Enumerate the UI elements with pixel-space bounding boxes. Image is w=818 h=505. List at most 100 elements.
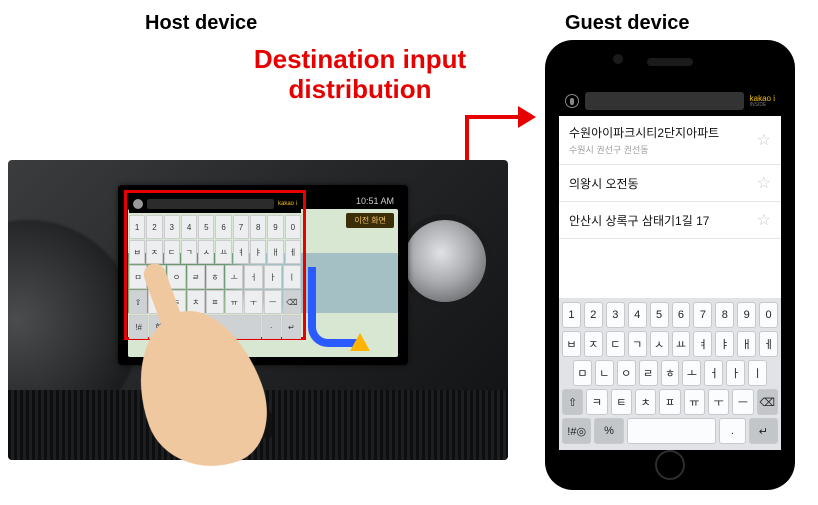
key-ㅈ[interactable]: ㅈ <box>584 331 603 357</box>
symbols-key[interactable]: !#◎ <box>562 418 591 444</box>
key-ㅏ[interactable]: ㅏ <box>264 265 282 289</box>
key-8[interactable]: 8 <box>715 302 734 328</box>
key-0[interactable]: 0 <box>285 215 301 239</box>
key-ㅛ[interactable]: ㅛ <box>672 331 691 357</box>
key-ㅍ[interactable]: ㅍ <box>659 389 680 415</box>
key-ㅈ[interactable]: ㅈ <box>146 240 162 264</box>
key-ㅕ[interactable]: ㅕ <box>693 331 712 357</box>
result-item[interactable]: 수원아이파크시티2단지아파트수원시 권선구 권선동☆ <box>559 116 781 165</box>
key-ㅇ[interactable]: ㅇ <box>617 360 636 386</box>
key-9[interactable]: 9 <box>267 215 283 239</box>
key-0[interactable]: 0 <box>759 302 778 328</box>
result-subtitle: 수원시 권선구 권선동 <box>569 143 719 156</box>
key-ㄹ[interactable]: ㄹ <box>639 360 658 386</box>
guest-keyboard[interactable]: 1234567890 ㅂㅈㄷㄱㅅㅛㅕㅑㅐㅔㅁㄴㅇㄹㅎㅗㅓㅏㅣ ⇧ㅋㅌㅊㅍㅠㅜㅡ⌫ !#… <box>559 298 781 450</box>
phone-frame: kakao iINSIDE 수원아이파크시티2단지아파트수원시 권선구 권선동☆… <box>545 40 795 490</box>
key-ㅅ[interactable]: ㅅ <box>198 240 214 264</box>
key-ㅐ[interactable]: ㅐ <box>267 240 283 264</box>
key-ㅠ[interactable]: ㅠ <box>225 290 243 314</box>
period-key[interactable]: . <box>719 418 746 444</box>
key-ㅐ[interactable]: ㅐ <box>737 331 756 357</box>
key-5[interactable]: 5 <box>198 215 214 239</box>
brand-label: kakao i <box>278 201 297 207</box>
star-icon[interactable]: ☆ <box>757 210 771 230</box>
key-8[interactable]: 8 <box>250 215 266 239</box>
status-time: 10:51 AM <box>356 196 394 206</box>
search-input[interactable] <box>585 92 744 110</box>
home-button[interactable] <box>655 450 685 480</box>
host-search-bar[interactable]: kakao i <box>129 195 301 213</box>
key-1[interactable]: 1 <box>562 302 581 328</box>
key-3[interactable]: 3 <box>606 302 625 328</box>
key-ㅗ[interactable]: ㅗ <box>225 265 243 289</box>
guest-device-label: Guest device <box>565 12 690 35</box>
diagram-title: Destination input distribution <box>220 45 500 105</box>
key-6[interactable]: 6 <box>215 215 231 239</box>
key-ㅕ[interactable]: ㅕ <box>233 240 249 264</box>
key-7[interactable]: 7 <box>233 215 249 239</box>
key-2[interactable]: 2 <box>146 215 162 239</box>
key-ㅎ[interactable]: ㅎ <box>206 265 224 289</box>
key-ㅣ[interactable]: ㅣ <box>283 265 301 289</box>
key-ㄷ[interactable]: ㄷ <box>606 331 625 357</box>
key-9[interactable]: 9 <box>737 302 756 328</box>
mic-icon[interactable] <box>133 199 143 209</box>
key-7[interactable]: 7 <box>693 302 712 328</box>
key-ㅛ[interactable]: ㅛ <box>215 240 231 264</box>
key-!#[interactable]: !# <box>129 315 148 339</box>
key-ㅜ[interactable]: ㅜ <box>708 389 729 415</box>
shift-key[interactable]: ⇧ <box>562 389 583 415</box>
result-item[interactable]: 의왕시 오전동☆ <box>559 165 781 202</box>
backspace-key[interactable]: ⌫ <box>757 389 778 415</box>
key-ㄱ[interactable]: ㄱ <box>181 240 197 264</box>
connector-line <box>465 115 520 119</box>
key-ㄱ[interactable]: ㄱ <box>628 331 647 357</box>
backspace-key[interactable]: ⌫ <box>283 290 301 314</box>
key-6[interactable]: 6 <box>672 302 691 328</box>
key-ㄹ[interactable]: ㄹ <box>187 265 205 289</box>
guest-search-bar[interactable]: kakao iINSIDE <box>559 86 781 116</box>
key-ㄴ[interactable]: ㄴ <box>595 360 614 386</box>
star-icon[interactable]: ☆ <box>757 173 771 193</box>
key-ㅂ[interactable]: ㅂ <box>129 240 145 264</box>
key-ㅠ[interactable]: ㅠ <box>684 389 705 415</box>
space-key[interactable] <box>627 418 716 444</box>
key-ㅓ[interactable]: ㅓ <box>244 265 262 289</box>
key-ㅅ[interactable]: ㅅ <box>650 331 669 357</box>
key-ㅁ[interactable]: ㅁ <box>573 360 592 386</box>
symbols-key[interactable]: % <box>594 418 623 444</box>
key-ㅑ[interactable]: ㅑ <box>715 331 734 357</box>
key-ㅓ[interactable]: ㅓ <box>704 360 723 386</box>
key-1[interactable]: 1 <box>129 215 145 239</box>
key-ㅗ[interactable]: ㅗ <box>682 360 701 386</box>
back-button[interactable]: 이전 화면 <box>346 213 394 228</box>
key-ㅊ[interactable]: ㅊ <box>635 389 656 415</box>
key-5[interactable]: 5 <box>650 302 669 328</box>
key-3[interactable]: 3 <box>164 215 180 239</box>
key-ㅂ[interactable]: ㅂ <box>562 331 581 357</box>
key-ㅏ[interactable]: ㅏ <box>726 360 745 386</box>
key-ㅎ[interactable]: ㅎ <box>661 360 680 386</box>
mic-icon[interactable] <box>565 94 579 108</box>
key-ㅌ[interactable]: ㅌ <box>611 389 632 415</box>
star-icon[interactable]: ☆ <box>757 130 771 150</box>
key-2[interactable]: 2 <box>584 302 603 328</box>
key-·[interactable]: · <box>262 315 281 339</box>
key-4[interactable]: 4 <box>628 302 647 328</box>
key-4[interactable]: 4 <box>181 215 197 239</box>
search-input[interactable] <box>147 199 274 209</box>
key-ㅡ[interactable]: ㅡ <box>264 290 282 314</box>
key-ㅍ[interactable]: ㅍ <box>206 290 224 314</box>
key-ㅣ[interactable]: ㅣ <box>748 360 767 386</box>
key-ㅋ[interactable]: ㅋ <box>586 389 607 415</box>
enter-key[interactable]: ↵ <box>282 315 301 339</box>
key-ㅑ[interactable]: ㅑ <box>250 240 266 264</box>
enter-key[interactable]: ↵ <box>749 418 778 444</box>
key-ㅔ[interactable]: ㅔ <box>285 240 301 264</box>
key-ㄷ[interactable]: ㄷ <box>164 240 180 264</box>
result-item[interactable]: 안산시 상록구 삼태기1길 17☆ <box>559 202 781 239</box>
key-ㅔ[interactable]: ㅔ <box>759 331 778 357</box>
key-ㅡ[interactable]: ㅡ <box>732 389 753 415</box>
shift-key[interactable]: ⇧ <box>129 290 147 314</box>
key-ㅜ[interactable]: ㅜ <box>244 290 262 314</box>
